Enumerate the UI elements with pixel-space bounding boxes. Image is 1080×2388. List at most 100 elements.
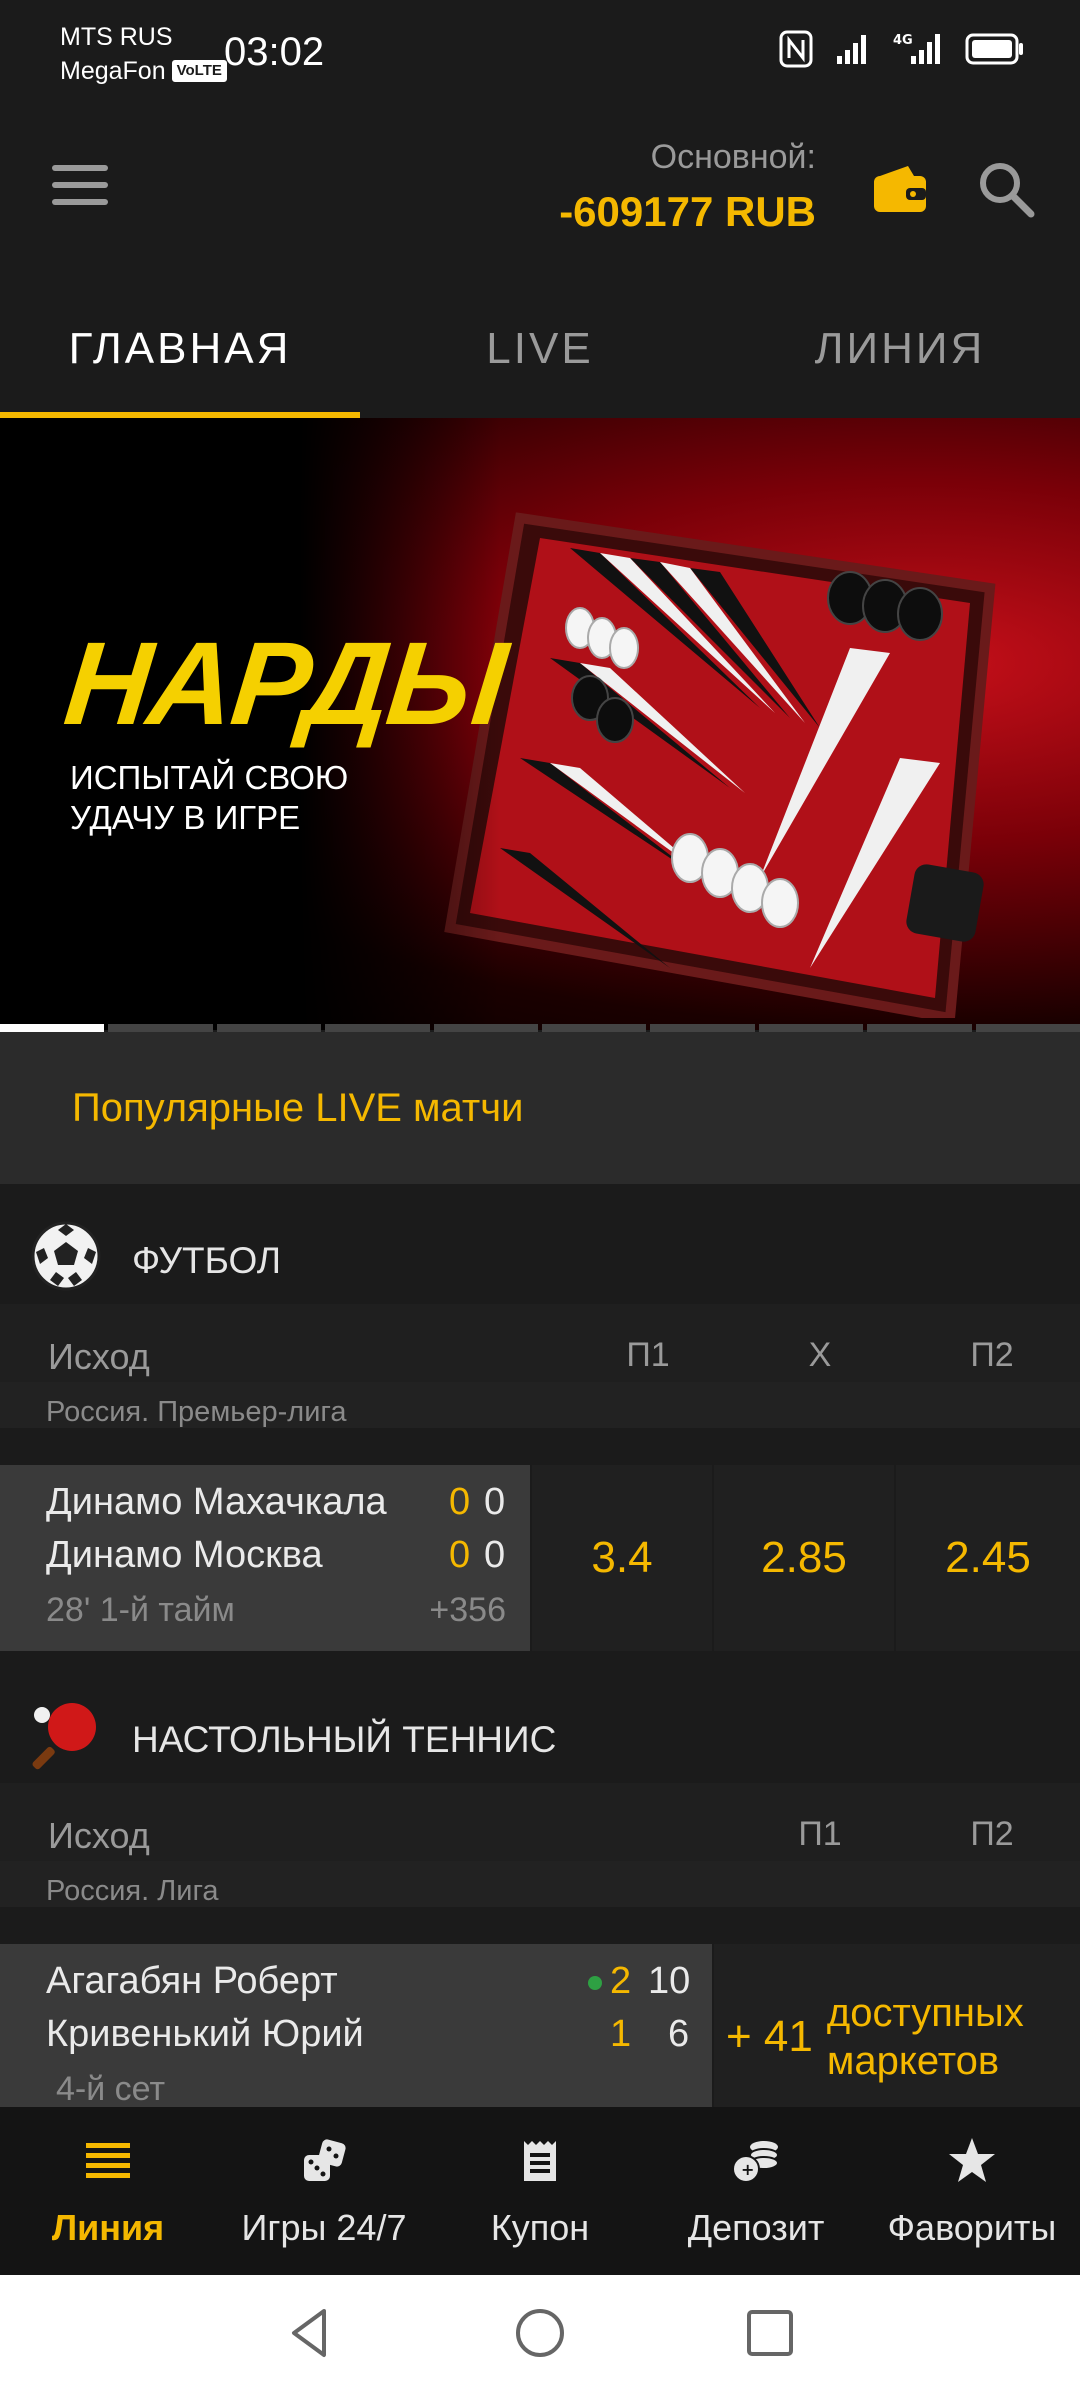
- team-1-set: 2: [610, 1960, 632, 2002]
- hamburger-icon: [52, 165, 108, 171]
- list-icon: [86, 2143, 130, 2178]
- nav-favorites-label: Фавориты: [887, 2207, 1057, 2248]
- match-period: 4-й сет: [56, 2070, 166, 2107]
- serve-indicator: [588, 1976, 602, 1990]
- clock: 03:02: [224, 30, 325, 74]
- balance-label: Основной:: [650, 138, 816, 176]
- match-info[interactable]: Динамо Махачкала 0 0 Динамо Москва 0 0 2…: [0, 1465, 530, 1651]
- team-2: Кривенький Юрий: [46, 2013, 364, 2055]
- star-icon: [949, 2138, 995, 2182]
- svg-text:+: +: [741, 2160, 754, 2179]
- carrier-2: MegaFon: [60, 57, 166, 85]
- home-icon[interactable]: [510, 2303, 570, 2363]
- wallet-icon: [874, 166, 926, 212]
- search-button[interactable]: [975, 158, 1037, 220]
- odd-p2[interactable]: 2.45: [896, 1465, 1080, 1651]
- nav-deposit[interactable]: + Депозит: [648, 2107, 864, 2275]
- team-1: Динамо Махачкала: [46, 1481, 387, 1523]
- sport-header-football[interactable]: ФУТБОЛ: [0, 1184, 1080, 1304]
- available-markets-button[interactable]: + 41 доступных маркетов: [714, 1944, 1080, 2107]
- match-time: 28' 1-й тайм: [46, 1591, 235, 1629]
- popular-live-heading: Популярные LIVE матчи: [0, 1032, 1080, 1184]
- coupon-icon: [524, 2141, 556, 2181]
- balance-value[interactable]: -609177 RUB: [559, 188, 816, 236]
- pager-dot-10[interactable]: [975, 1024, 1080, 1032]
- banner-pager: [0, 1024, 1080, 1032]
- nfc-icon: [779, 30, 813, 68]
- status-icons: 4G: [779, 30, 1025, 68]
- tab-line[interactable]: ЛИНИЯ: [720, 280, 1080, 418]
- sport-name-table-tennis: НАСТОЛЬНЫЙ ТЕННИС: [132, 1719, 557, 1760]
- col-p2: П2: [970, 1336, 1014, 1374]
- battery-icon: [965, 33, 1023, 65]
- banner-subtitle: ИСПЫТАЙ СВОЮ УДАЧУ В ИГРЕ: [70, 759, 349, 836]
- nav-games-label: Игры 24/7: [241, 2207, 407, 2248]
- promo-banner[interactable]: НАРДЫ ИСПЫТАЙ СВОЮ УДАЧУ В ИГРЕ: [0, 418, 1080, 1030]
- nav-line[interactable]: Линия: [0, 2107, 216, 2275]
- tab-main[interactable]: ГЛАВНАЯ: [0, 280, 360, 418]
- col-p1: П1: [798, 1815, 842, 1853]
- backgammon-illustration: [444, 512, 996, 1018]
- main-tabs: ГЛАВНАЯ LIVE ЛИНИЯ: [0, 280, 1080, 418]
- pager-dot-8[interactable]: [758, 1024, 864, 1032]
- team-2-score-a: 0: [449, 1534, 471, 1576]
- carrier-info: MTS RUS MegaFon VoLTE: [60, 20, 227, 88]
- back-icon[interactable]: [280, 2303, 340, 2363]
- market-header-table-tennis: Исход П1 П2 Россия. Лига: [0, 1783, 1080, 1907]
- nav-coupon[interactable]: Купон: [432, 2107, 648, 2275]
- league-name: Россия. Лига: [46, 1875, 219, 1907]
- system-navigation-bar: [0, 2275, 1080, 2388]
- pager-dot-7[interactable]: [650, 1024, 755, 1032]
- team-2-score-b: 0: [484, 1534, 506, 1576]
- col-p2: П2: [970, 1815, 1014, 1853]
- banner-title: НАРДЫ: [59, 618, 511, 750]
- sport-header-table-tennis[interactable]: НАСТОЛЬНЫЙ ТЕННИС: [0, 1663, 1080, 1783]
- nav-line-label: Линия: [51, 2207, 165, 2248]
- team-2: Динамо Москва: [46, 1534, 323, 1576]
- nav-deposit-label: Депозит: [687, 2207, 825, 2248]
- col-x: X: [808, 1336, 832, 1374]
- odd-x[interactable]: 2.85: [714, 1465, 894, 1651]
- status-bar: MTS RUS MegaFon VoLTE 03:02 4G: [0, 0, 1080, 110]
- more-markets[interactable]: +356: [429, 1591, 506, 1630]
- team-2-set: 1: [610, 2013, 632, 2055]
- outcome-label: Исход: [48, 1815, 150, 1856]
- team-1-score-b: 0: [484, 1481, 506, 1523]
- pager-dot-2[interactable]: [108, 1024, 213, 1032]
- markets-text: доступных маркетов: [826, 1991, 1024, 2083]
- app-header: Основной: -609177 RUB: [0, 110, 1080, 280]
- recents-icon[interactable]: [740, 2303, 800, 2363]
- nav-games[interactable]: Игры 24/7: [216, 2107, 432, 2275]
- pager-dot-4[interactable]: [325, 1024, 430, 1032]
- match-info[interactable]: Агагабян Роберт 2 10 Кривенький Юрий 1 6…: [0, 1944, 712, 2107]
- pager-dot-5[interactable]: [433, 1024, 539, 1032]
- markets-count: + 41: [726, 2012, 813, 2061]
- pager-dot-3[interactable]: [216, 1024, 322, 1032]
- table-tennis-icon: [32, 1703, 96, 1770]
- signal-icon: [837, 35, 866, 64]
- tab-live[interactable]: LIVE: [360, 280, 720, 418]
- league-name: Россия. Премьер-лига: [46, 1396, 347, 1428]
- team-2-points: 6: [668, 2013, 690, 2055]
- match-row: Динамо Махачкала 0 0 Динамо Москва 0 0 2…: [0, 1465, 1080, 1651]
- dice-icon: [304, 2139, 346, 2181]
- nav-coupon-label: Купон: [490, 2207, 590, 2248]
- popular-live-title: Популярные LIVE матчи: [72, 1086, 524, 1130]
- odd-p1[interactable]: 3.4: [532, 1465, 712, 1651]
- coins-icon: +: [732, 2141, 779, 2183]
- search-icon: [980, 163, 1035, 218]
- team-1: Агагабян Роберт: [46, 1960, 338, 2002]
- pager-dot-6[interactable]: [542, 1024, 647, 1032]
- soccer-ball-icon: [31, 1221, 101, 1291]
- volte-badge: VoLTE: [171, 60, 227, 82]
- pager-dot-9[interactable]: [867, 1024, 972, 1032]
- team-1-score-a: 0: [449, 1481, 471, 1523]
- nav-favorites[interactable]: Фавориты: [864, 2107, 1080, 2275]
- match-row: Агагабян Роберт 2 10 Кривенький Юрий 1 6…: [0, 1944, 1080, 2107]
- menu-button[interactable]: [52, 165, 112, 215]
- pager-dot-1[interactable]: [0, 1024, 105, 1032]
- carrier-1: MTS RUS: [60, 23, 173, 51]
- wallet-button[interactable]: [870, 162, 930, 218]
- svg-text:4G: 4G: [893, 33, 913, 48]
- sport-name-football: ФУТБОЛ: [132, 1240, 282, 1281]
